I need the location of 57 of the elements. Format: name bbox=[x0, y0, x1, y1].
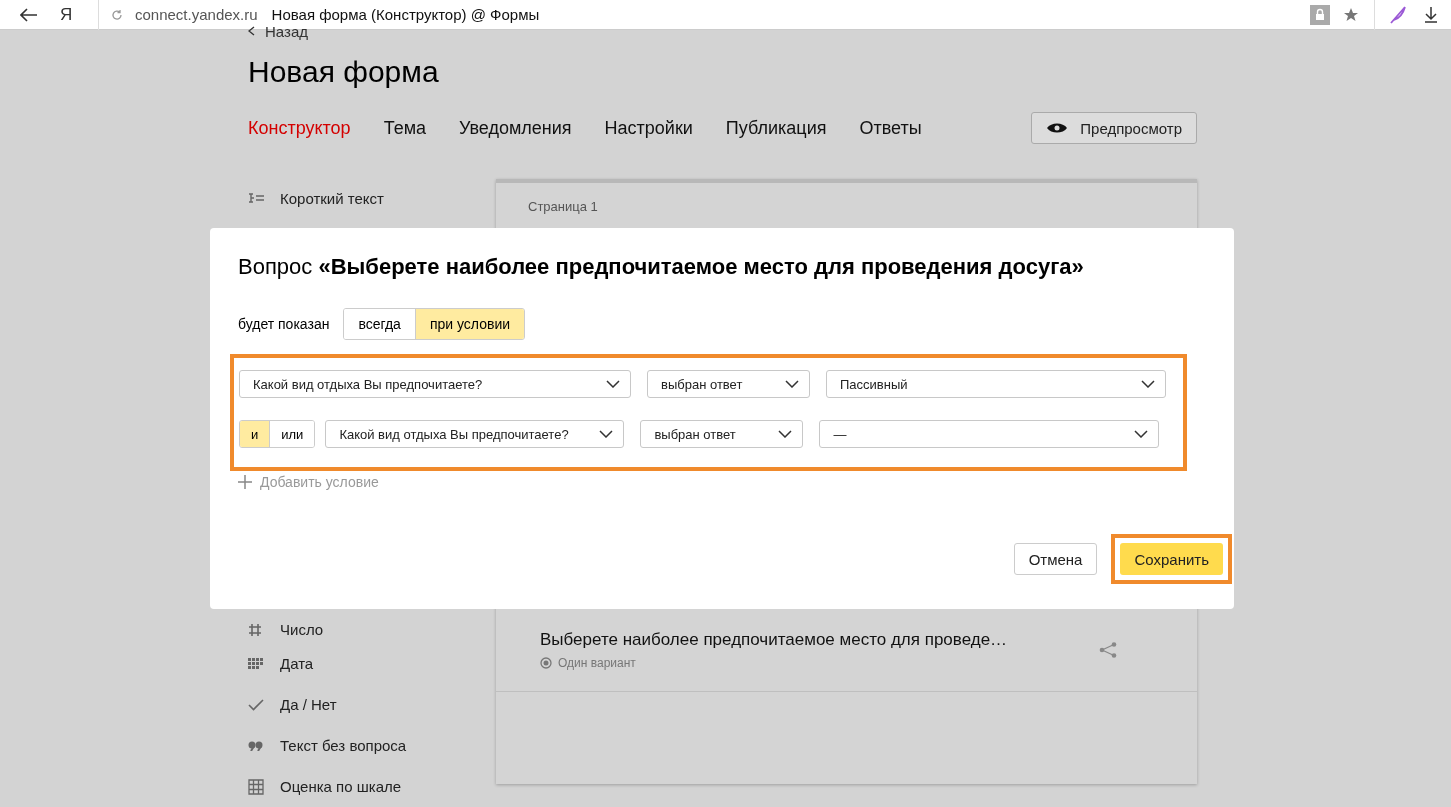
sidebar-item[interactable]: Короткий текст bbox=[280, 189, 384, 207]
dialog-title: Вопрос «Выберете наиболее предпочитаемое место для проведения досуга» bbox=[238, 254, 1084, 280]
preview-button[interactable]: Предпросмотр bbox=[1031, 112, 1197, 144]
sidebar-item[interactable]: Текст без вопроса bbox=[280, 737, 407, 754]
visibility-toggle[interactable]: при условии bbox=[415, 309, 525, 339]
chevron-left-icon bbox=[248, 26, 255, 36]
cancel-button[interactable]: Отмена bbox=[1013, 543, 1098, 575]
radio-icon bbox=[540, 657, 552, 669]
chevron-down-icon bbox=[599, 430, 614, 438]
question-dropdown[interactable]: Какой вид отдыха Вы предпочитаете? bbox=[239, 370, 631, 398]
browser-logo[interactable]: Я bbox=[60, 4, 90, 25]
url-text[interactable]: connect.yandex.ru bbox=[135, 6, 258, 23]
back-arrow-icon[interactable] bbox=[20, 7, 38, 22]
operator-dropdown[interactable]: выбран ответ bbox=[647, 370, 810, 398]
nav-tab[interactable]: Публикация bbox=[725, 117, 827, 139]
shown-label: будет показан bbox=[238, 316, 330, 332]
question-title[interactable]: Выберете наиболее предпочитаемое место для проведе… bbox=[540, 630, 1008, 650]
plus-icon bbox=[238, 475, 252, 489]
chevron-down-icon bbox=[778, 430, 793, 438]
back-link[interactable]: Назад bbox=[265, 22, 308, 40]
page-title-text: Новая форма (Конструктор) @ Формы bbox=[271, 6, 540, 23]
reload-icon[interactable] bbox=[111, 8, 123, 21]
form-title: Новая форма bbox=[248, 54, 439, 90]
star-icon[interactable] bbox=[1344, 7, 1358, 22]
chevron-down-icon bbox=[1141, 380, 1155, 388]
branch-icon[interactable] bbox=[1099, 642, 1117, 658]
question-dropdown[interactable]: Какой вид отдыха Вы предпочитаете? bbox=[325, 420, 625, 448]
chevron-down-icon bbox=[606, 380, 620, 388]
sidebar-item[interactable]: Оценка по шкале bbox=[280, 778, 402, 795]
chevron-down-icon bbox=[1134, 430, 1149, 438]
lock-icon[interactable] bbox=[1310, 4, 1330, 25]
operator-dropdown[interactable]: выбран ответ bbox=[640, 420, 804, 448]
connector-toggle[interactable]: и bbox=[240, 421, 271, 447]
visibility-toggle[interactable]: всегда bbox=[344, 309, 416, 339]
hash-icon bbox=[248, 622, 262, 637]
nav-tab[interactable]: Тема bbox=[383, 117, 427, 139]
download-icon[interactable] bbox=[1425, 6, 1437, 23]
page-label: Страница 1 bbox=[528, 199, 598, 214]
feather-icon[interactable] bbox=[1389, 5, 1407, 24]
nav-tab[interactable]: Ответы bbox=[859, 117, 922, 139]
text-cursor-icon bbox=[248, 192, 266, 204]
answer-dropdown[interactable]: — bbox=[819, 420, 1160, 448]
question-type: Один вариант bbox=[558, 656, 636, 670]
dot-grid-icon bbox=[248, 657, 264, 670]
nav-tab[interactable]: Конструктор bbox=[248, 117, 351, 139]
nav-tab[interactable]: Настройки bbox=[604, 117, 693, 139]
answer-dropdown[interactable]: Пассивный bbox=[826, 370, 1166, 398]
quote-icon bbox=[248, 740, 264, 751]
save-button[interactable]: Сохранить bbox=[1120, 543, 1223, 575]
eye-icon bbox=[1046, 122, 1069, 134]
chevron-down-icon bbox=[785, 380, 799, 388]
sidebar-item[interactable]: Число bbox=[280, 621, 324, 638]
sidebar-item[interactable]: Да / Нет bbox=[280, 696, 337, 713]
nav-tab[interactable]: Уведомления bbox=[459, 117, 572, 139]
grid-icon bbox=[248, 778, 264, 795]
sidebar-item[interactable]: Дата bbox=[280, 655, 314, 672]
checkmark-icon bbox=[248, 698, 264, 711]
